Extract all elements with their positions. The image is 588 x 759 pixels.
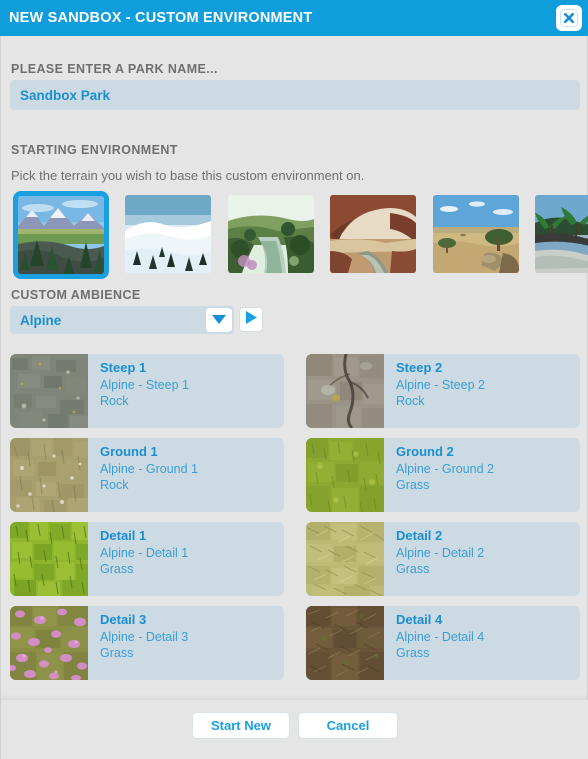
grass-dry-swatch [306, 522, 384, 596]
new-sandbox-dialog: NEW SANDBOX - CUSTOM ENVIRONMENT PLEASE … [0, 0, 588, 759]
dialog-footer: Start New Cancel [1, 699, 588, 759]
texture-info: Detail 2 Alpine - Detail 2 Grass [384, 522, 484, 596]
texture-type: Grass [100, 645, 134, 660]
texture-path: Alpine - Detail 2 [396, 545, 485, 560]
texture-name: Ground 1 [100, 444, 158, 459]
texture-type: Grass [396, 561, 430, 576]
start-new-button[interactable]: Start New [192, 712, 290, 739]
texture-card-ground-2[interactable]: Ground 2 Alpine - Ground 2 Grass [306, 438, 580, 512]
texture-list-scroll[interactable]: Steep 1 Alpine - Steep 1 Rock Steep 2 Al… [10, 354, 581, 696]
rock-cracked-swatch [306, 354, 384, 428]
ambience-selected-value: Alpine [20, 312, 62, 328]
texture-path: Alpine - Steep 1 [100, 377, 189, 392]
ambience-preview-button[interactable] [239, 307, 263, 332]
texture-path: Alpine - Detail 4 [396, 629, 485, 644]
texture-path: Alpine - Ground 1 [100, 461, 198, 476]
savannah-terrain-thumbnail[interactable] [432, 195, 519, 273]
dialog-titlebar: NEW SANDBOX - CUSTOM ENVIRONMENT [0, 0, 588, 36]
texture-type: Grass [100, 561, 134, 576]
texture-name: Detail 3 [100, 612, 147, 627]
texture-path: Alpine - Steep 2 [396, 377, 485, 392]
ambience-dropdown-button[interactable] [206, 308, 232, 332]
cancel-button[interactable]: Cancel [298, 712, 398, 739]
texture-type: Rock [100, 477, 129, 492]
texture-name: Detail 1 [100, 528, 147, 543]
texture-path: Alpine - Detail 1 [100, 545, 189, 560]
desert-arch-terrain-thumbnail[interactable] [330, 195, 417, 273]
ambience-select[interactable]: Alpine [10, 306, 234, 334]
texture-info: Steep 1 Alpine - Steep 1 Rock [88, 354, 189, 428]
close-x-icon [560, 9, 578, 27]
flowers-pink-swatch [10, 606, 88, 680]
texture-name: Steep 2 [396, 360, 443, 375]
texture-path: Alpine - Ground 2 [396, 461, 494, 476]
play-icon [245, 310, 257, 329]
rock-grey-swatch [10, 354, 88, 428]
texture-info: Ground 1 Alpine - Ground 1 Rock [88, 438, 198, 512]
alpine-terrain-thumbnail[interactable] [13, 191, 109, 279]
grass-bright-swatch [10, 522, 88, 596]
dialog-body: PLEASE ENTER A PARK NAME... STARTING ENV… [0, 36, 588, 759]
texture-type: Rock [100, 393, 129, 408]
tropical-terrain-thumbnail[interactable] [535, 195, 588, 273]
texture-info: Detail 1 Alpine - Detail 1 Grass [88, 522, 188, 596]
environment-thumbnail-row[interactable] [1, 189, 588, 283]
park-name-input[interactable] [10, 80, 580, 110]
texture-card-detail-4[interactable]: Detail 4 Alpine - Detail 4 Grass [306, 606, 580, 680]
texture-card-detail-1[interactable]: Detail 1 Alpine - Detail 1 Grass [10, 522, 284, 596]
grass-olive-swatch [306, 438, 384, 512]
starting-environment-label: STARTING ENVIRONMENT [11, 143, 178, 157]
texture-info: Detail 3 Alpine - Detail 3 Grass [88, 606, 188, 680]
texture-info: Steep 2 Alpine - Steep 2 Rock [384, 354, 485, 428]
texture-grid: Steep 1 Alpine - Steep 1 Rock Steep 2 Al… [10, 354, 581, 680]
close-button[interactable] [556, 5, 582, 31]
texture-card-steep-2[interactable]: Steep 2 Alpine - Steep 2 Rock [306, 354, 580, 428]
texture-card-detail-2[interactable]: Detail 2 Alpine - Detail 2 Grass [306, 522, 580, 596]
starting-environment-help: Pick the terrain you wish to base this c… [11, 168, 365, 183]
texture-name: Steep 1 [100, 360, 147, 375]
texture-card-steep-1[interactable]: Steep 1 Alpine - Steep 1 Rock [10, 354, 284, 428]
texture-name: Detail 2 [396, 528, 443, 543]
texture-card-ground-1[interactable]: Ground 1 Alpine - Ground 1 Rock [10, 438, 284, 512]
dirt-brown-swatch [306, 606, 384, 680]
snow-terrain-thumbnail[interactable] [125, 195, 212, 273]
texture-path: Alpine - Detail 3 [100, 629, 189, 644]
texture-name: Detail 4 [396, 612, 443, 627]
texture-card-detail-3[interactable]: Detail 3 Alpine - Detail 3 Grass [10, 606, 284, 680]
park-name-label: PLEASE ENTER A PARK NAME... [11, 62, 218, 76]
texture-name: Ground 2 [396, 444, 454, 459]
texture-type: Rock [396, 393, 425, 408]
texture-type: Grass [396, 477, 430, 492]
texture-info: Ground 2 Alpine - Ground 2 Grass [384, 438, 494, 512]
custom-ambience-label: CUSTOM AMBIENCE [11, 288, 141, 302]
texture-type: Grass [396, 645, 430, 660]
temperate-river-terrain-thumbnail[interactable] [227, 195, 314, 273]
ground-tan-swatch [10, 438, 88, 512]
chevron-down-icon [212, 311, 226, 329]
texture-info: Detail 4 Alpine - Detail 4 Grass [384, 606, 484, 680]
page-title: NEW SANDBOX - CUSTOM ENVIRONMENT [9, 10, 313, 26]
